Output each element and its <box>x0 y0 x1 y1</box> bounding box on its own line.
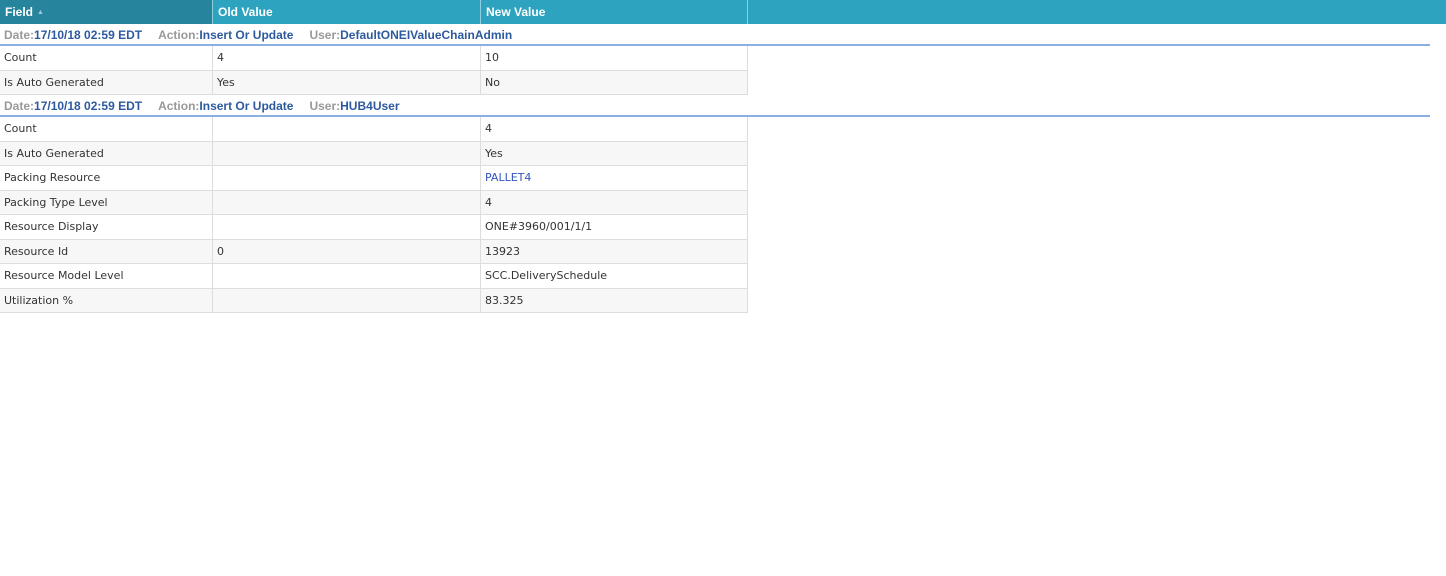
date-label: Date: <box>4 28 35 42</box>
table-row[interactable]: Packing Type Level 4 <box>0 190 1446 215</box>
user-value: HUB4User <box>340 99 400 113</box>
old-value-cell: Yes <box>213 70 481 95</box>
new-value-cell: 4 <box>481 117 748 142</box>
action-label: Action: <box>158 99 200 113</box>
grid-body: Date: 17/10/18 02:59 EDT Action: Insert O… <box>0 26 1446 313</box>
new-value-cell: 13923 <box>481 239 748 264</box>
field-cell: Packing Resource <box>0 166 213 191</box>
sort-ascending-icon: ▲ <box>37 8 44 16</box>
grid-header: Field ▲ Old Value New Value <box>0 0 1446 24</box>
new-value-cell[interactable]: PALLET4 <box>481 166 748 191</box>
field-cell: Resource Display <box>0 215 213 240</box>
field-cell: Resource Model Level <box>0 264 213 289</box>
new-value-cell: Yes <box>481 141 748 166</box>
table-row[interactable]: Packing Resource PALLET4 <box>0 166 1446 191</box>
new-value-cell: SCC.DeliverySchedule <box>481 264 748 289</box>
field-cell: Resource Id <box>0 239 213 264</box>
old-value-cell: 0 <box>213 239 481 264</box>
column-header-new-value[interactable]: New Value <box>481 0 748 24</box>
new-value-cell: No <box>481 70 748 95</box>
new-value-cell: ONE#3960/001/1/1 <box>481 215 748 240</box>
old-value-cell <box>213 117 481 142</box>
old-value-cell <box>213 141 481 166</box>
table-row[interactable]: Resource Model Level SCC.DeliverySchedule <box>0 264 1446 289</box>
action-value: Insert Or Update <box>199 28 294 42</box>
old-value-cell: 4 <box>213 46 481 71</box>
user-label: User: <box>309 28 341 42</box>
new-value-cell: 10 <box>481 46 748 71</box>
table-row[interactable]: Resource Id 0 13923 <box>0 239 1446 264</box>
table-row[interactable]: Count 4 <box>0 117 1446 142</box>
action-label: Action: <box>158 28 200 42</box>
table-row[interactable]: Resource Display ONE#3960/001/1/1 <box>0 215 1446 240</box>
old-value-cell <box>213 215 481 240</box>
field-cell: Count <box>0 117 213 142</box>
date-value: 17/10/18 02:59 EDT <box>34 99 143 113</box>
group-rows: Count 4 10 Is Auto Generated Yes No <box>0 46 1446 95</box>
table-row[interactable]: Is Auto Generated Yes No <box>0 70 1446 95</box>
field-cell: Count <box>0 46 213 71</box>
field-cell: Is Auto Generated <box>0 141 213 166</box>
table-row[interactable]: Count 4 10 <box>0 46 1446 71</box>
group-header: Date: 17/10/18 02:59 EDT Action: Insert O… <box>0 97 1430 117</box>
table-row[interactable]: Utilization % 83.325 <box>0 288 1446 313</box>
new-value-cell: 83.325 <box>481 288 748 313</box>
user-label: User: <box>309 99 341 113</box>
old-value-cell <box>213 166 481 191</box>
field-cell: Utilization % <box>0 288 213 313</box>
user-value: DefaultONEIValueChainAdmin <box>340 28 513 42</box>
column-header-field[interactable]: Field ▲ <box>0 0 213 24</box>
group-rows: Count 4 Is Auto Generated Yes Packing Resour… <box>0 117 1446 313</box>
field-cell: Packing Type Level <box>0 190 213 215</box>
group-header: Date: 17/10/18 02:59 EDT Action: Insert O… <box>0 26 1430 46</box>
old-value-cell <box>213 264 481 289</box>
date-label: Date: <box>4 99 35 113</box>
new-value-cell: 4 <box>481 190 748 215</box>
table-row[interactable]: Is Auto Generated Yes <box>0 141 1446 166</box>
action-value: Insert Or Update <box>199 99 294 113</box>
date-value: 17/10/18 02:59 EDT <box>34 28 143 42</box>
old-value-cell <box>213 190 481 215</box>
field-cell: Is Auto Generated <box>0 70 213 95</box>
old-value-cell <box>213 288 481 313</box>
column-header-old-value[interactable]: Old Value <box>213 0 481 24</box>
